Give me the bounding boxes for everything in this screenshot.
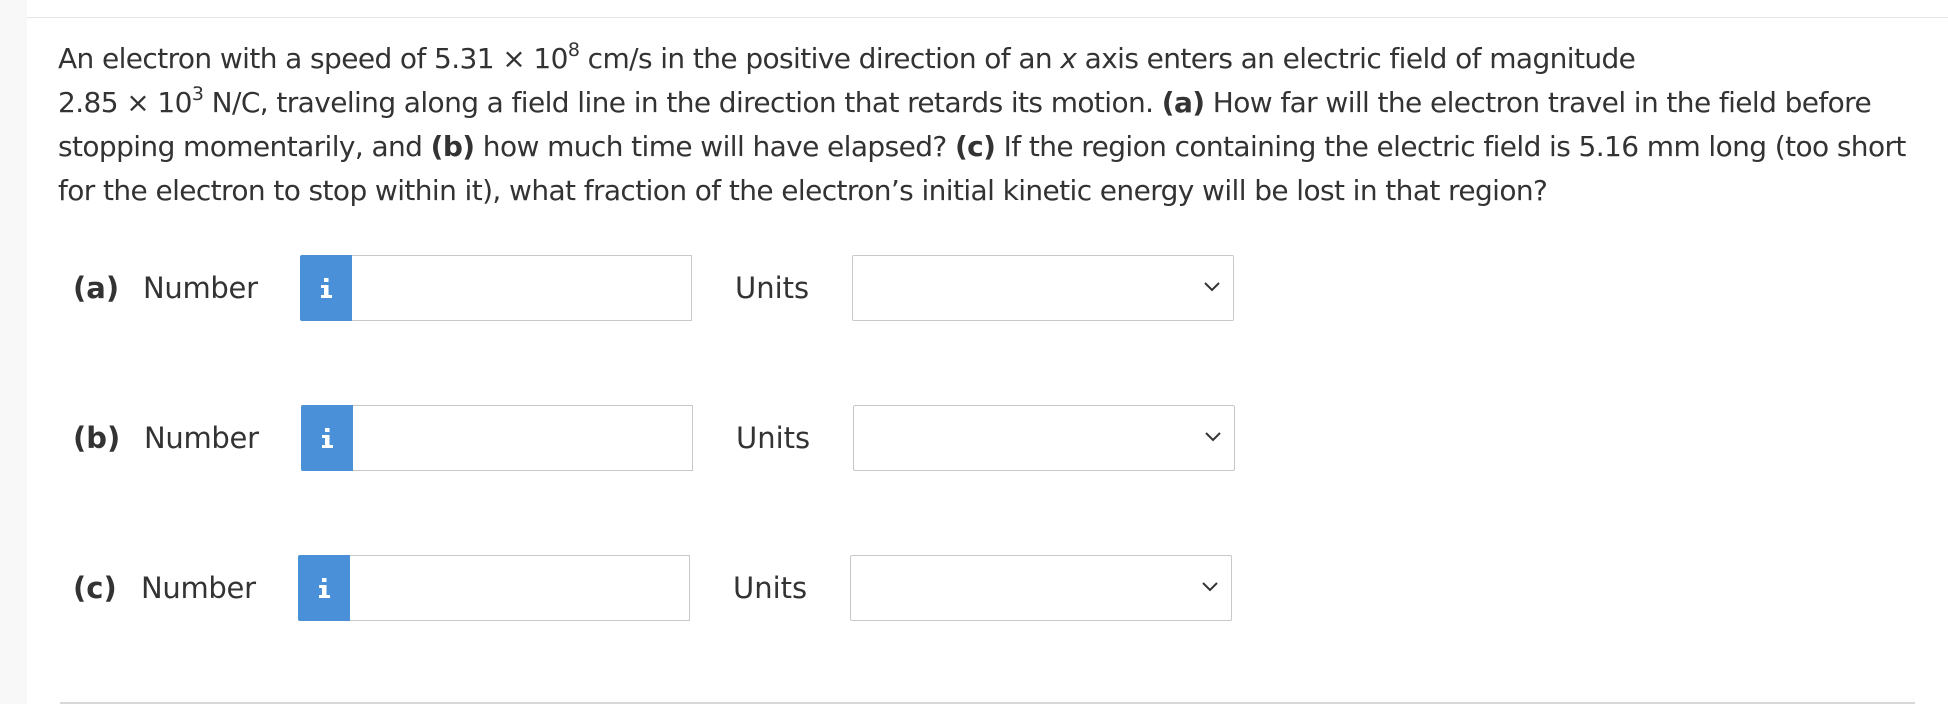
part-c-marker: (c) — [954, 130, 996, 163]
number-label: Number — [143, 271, 258, 305]
part-b-marker: (b) — [430, 130, 475, 163]
question-text-part: N/C, traveling along a field line in the… — [203, 86, 1162, 119]
question-text-part: axis enters an electric field of magnitu… — [1076, 42, 1636, 75]
units-select[interactable] — [853, 405, 1235, 471]
top-divider — [27, 17, 1948, 18]
info-icon — [319, 578, 330, 598]
question-text-part: An electron with a speed of 5.31 × 10 — [58, 42, 568, 75]
part-label: (b) — [73, 421, 121, 455]
chevron-down-icon — [1202, 582, 1218, 592]
part-label: (c) — [73, 571, 117, 605]
part-label: (a) — [73, 271, 120, 305]
info-button[interactable] — [300, 255, 352, 321]
chevron-down-icon — [1205, 432, 1221, 442]
info-icon — [322, 428, 333, 448]
answer-row-b: (b) Number Units — [0, 405, 1948, 471]
answer-row-c: (c) Number Units — [0, 555, 1948, 621]
number-input[interactable] — [352, 255, 692, 321]
exponent: 8 — [567, 39, 580, 61]
answer-row-a: (a) Number Units — [0, 255, 1948, 321]
number-input[interactable] — [353, 405, 693, 471]
chevron-down-icon — [1204, 282, 1220, 292]
units-label: Units — [736, 421, 811, 455]
question-text: An electron with a speed of 5.31 × 108 c… — [58, 37, 1920, 213]
info-icon — [321, 278, 332, 298]
units-label: Units — [733, 571, 808, 605]
number-label: Number — [141, 571, 256, 605]
exponent: 3 — [191, 83, 204, 105]
units-select[interactable] — [852, 255, 1234, 321]
question-text-part: 2.85 × 10 — [58, 86, 192, 119]
variable-x: x — [1060, 42, 1077, 75]
question-text-part: cm/s in the positive direction of an — [579, 42, 1061, 75]
part-a-marker: (a) — [1161, 86, 1205, 119]
question-text-part: how much time will have elapsed? — [474, 130, 955, 163]
info-button[interactable] — [301, 405, 353, 471]
units-select[interactable] — [850, 555, 1232, 621]
info-button[interactable] — [298, 555, 350, 621]
number-label: Number — [144, 421, 259, 455]
units-label: Units — [735, 271, 810, 305]
number-input[interactable] — [350, 555, 690, 621]
